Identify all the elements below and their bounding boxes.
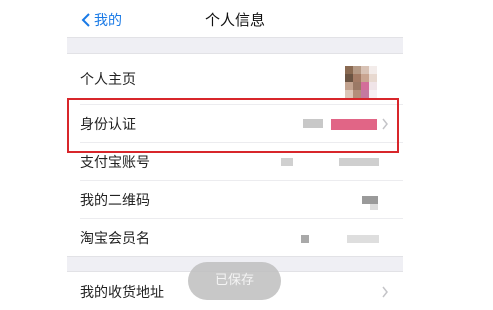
masked-value — [281, 158, 293, 166]
row-label: 个人主页 — [80, 72, 136, 88]
masked-value — [370, 204, 378, 210]
saved-toast: 已保存 — [188, 262, 281, 300]
masked-value — [301, 235, 309, 243]
row-label: 淘宝会员名 — [80, 231, 150, 247]
row-my-qr-code[interactable]: 我的二维码 — [67, 180, 403, 218]
highlight-box — [67, 98, 399, 153]
masked-value — [347, 235, 379, 243]
row-label: 我的二维码 — [80, 193, 150, 209]
masked-value — [362, 196, 378, 204]
navigation-bar: 我的 个人信息 — [67, 0, 403, 38]
avatar — [345, 66, 377, 98]
row-taobao-member-name[interactable]: 淘宝会员名 — [67, 218, 403, 256]
masked-value — [339, 158, 379, 166]
profile-info-group: 个人主页 身份认证 支付宝账号 我的二维码 淘宝会员名 — [67, 53, 403, 257]
page-title: 个人信息 — [204, 11, 265, 29]
row-personal-homepage[interactable]: 个人主页 — [67, 54, 403, 104]
chevron-right-icon — [382, 286, 388, 298]
row-label: 支付宝账号 — [80, 155, 150, 171]
row-label: 我的收货地址 — [80, 285, 164, 301]
